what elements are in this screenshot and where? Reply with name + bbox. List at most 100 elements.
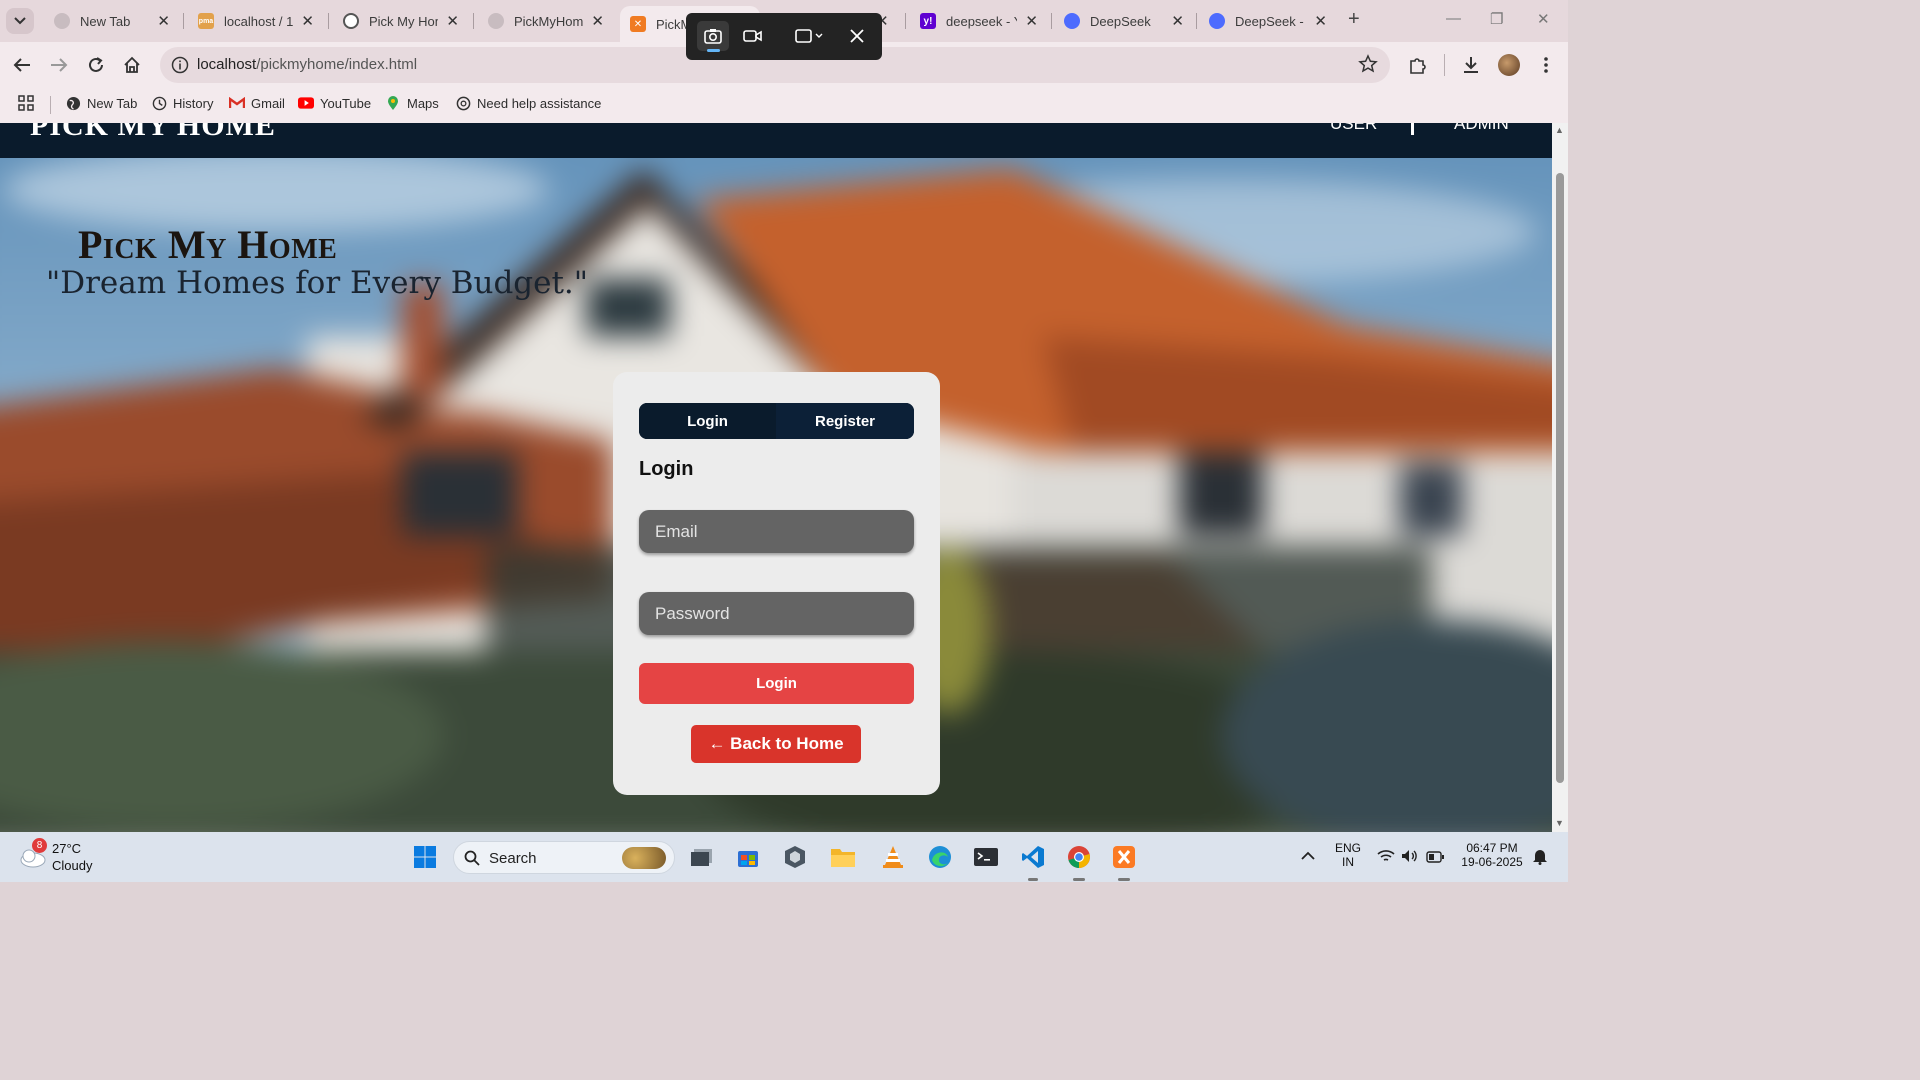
browser-tab[interactable]: pma localhost / 12 ✕ xyxy=(188,6,324,36)
microsoft-store-button[interactable] xyxy=(734,843,762,871)
start-button[interactable] xyxy=(411,843,439,871)
site-brand-logo[interactable]: PICK MY HOME xyxy=(30,123,276,143)
nav-link-user[interactable]: USER xyxy=(1330,123,1377,134)
page-scrollbar[interactable]: ▲ ▼ xyxy=(1552,123,1568,832)
globe-icon xyxy=(488,13,504,29)
site-icon xyxy=(343,13,359,29)
bookmark-youtube[interactable]: YouTube xyxy=(298,95,371,111)
close-tab-icon[interactable]: ✕ xyxy=(1171,12,1184,30)
bookmark-maps[interactable]: Maps xyxy=(385,95,439,111)
restore-icon[interactable]: ❐ xyxy=(1490,10,1503,28)
window-close-icon[interactable]: ✕ xyxy=(1537,10,1550,28)
close-icon xyxy=(850,29,864,43)
close-capture-button[interactable] xyxy=(841,21,873,51)
chevron-down-icon xyxy=(14,17,26,25)
browser-tab[interactable]: DeepSeek - I ✕ xyxy=(1199,6,1337,36)
tray-overflow-chevron-icon[interactable] xyxy=(1301,848,1315,866)
close-tab-icon[interactable]: ✕ xyxy=(157,12,170,30)
minimize-icon[interactable]: — xyxy=(1446,10,1461,27)
close-tab-icon[interactable]: ✕ xyxy=(446,12,459,30)
password-field[interactable] xyxy=(639,592,914,635)
profile-avatar[interactable] xyxy=(1495,52,1523,78)
home-button[interactable] xyxy=(118,52,146,78)
phpmyadmin-icon: pma xyxy=(198,13,214,29)
notification-badge: 8 xyxy=(32,838,47,853)
nav-divider xyxy=(1411,123,1414,135)
nav-link-admin[interactable]: ADMIN xyxy=(1454,123,1509,134)
file-explorer-button[interactable] xyxy=(829,843,857,871)
close-tab-icon[interactable]: ✕ xyxy=(1314,12,1327,30)
tab-login[interactable]: Login xyxy=(639,403,776,439)
browser-menu-button[interactable] xyxy=(1532,52,1560,78)
clock[interactable]: 06:47 PM 19-06-2025 xyxy=(1456,841,1528,869)
xampp-button[interactable] xyxy=(1110,843,1138,871)
language-indicator[interactable]: ENG IN xyxy=(1334,841,1362,869)
close-tab-icon[interactable]: ✕ xyxy=(591,12,604,30)
forward-button[interactable] xyxy=(45,52,73,78)
bookmark-help-assistance[interactable]: Need help assistance xyxy=(455,95,601,111)
capture-shape-dropdown[interactable] xyxy=(789,21,829,51)
tab-title: DeepSeek xyxy=(1090,13,1151,29)
video-mode-button[interactable] xyxy=(737,21,769,51)
screenshot-mode-button[interactable] xyxy=(697,21,729,51)
tab-register[interactable]: Register xyxy=(776,403,914,439)
camera-icon xyxy=(704,29,722,44)
back-to-home-button[interactable]: ← Back to Home xyxy=(691,725,861,763)
reload-button[interactable] xyxy=(82,52,110,78)
task-view-button[interactable] xyxy=(688,843,716,871)
bookmark-new-tab[interactable]: New Tab xyxy=(65,95,137,111)
bookmark-star-icon[interactable] xyxy=(1358,54,1378,79)
download-icon xyxy=(1464,57,1478,73)
tab-search-button[interactable] xyxy=(6,8,34,34)
task-view-icon xyxy=(691,849,712,866)
site-info-icon[interactable] xyxy=(168,53,192,77)
app-button[interactable] xyxy=(781,843,809,871)
weather-desc: Cloudy xyxy=(52,858,93,873)
screen-capture-toolbar xyxy=(686,13,882,60)
hero-tagline: "Dream Homes for Every Budget." xyxy=(46,265,589,301)
downloads-button[interactable] xyxy=(1457,52,1485,78)
site-navbar: PICK MY HOME USER ADMIN xyxy=(0,123,1552,158)
gmail-icon xyxy=(229,95,245,111)
browser-tab[interactable]: Pick My Hom ✕ xyxy=(333,6,469,36)
browser-tab[interactable]: y! deepseek - Y ✕ xyxy=(910,6,1048,36)
edge-icon xyxy=(929,846,951,868)
back-button[interactable] xyxy=(8,52,36,78)
hero-title: Pick My Home xyxy=(78,222,338,267)
vscode-button[interactable] xyxy=(1019,843,1047,871)
scroll-down-icon[interactable]: ▼ xyxy=(1555,818,1564,828)
tab-title: localhost / 12 xyxy=(224,13,294,29)
new-tab-button[interactable]: + xyxy=(1348,8,1360,31)
auth-tab-switcher: Login Register xyxy=(639,403,914,439)
battery-icon[interactable] xyxy=(1426,850,1444,868)
scroll-up-icon[interactable]: ▲ xyxy=(1555,125,1564,135)
browser-tab[interactable]: DeepSeek ✕ xyxy=(1054,6,1194,36)
taskbar-search[interactable]: Search xyxy=(453,841,675,874)
terminal-button[interactable] xyxy=(972,843,1000,871)
close-tab-icon[interactable]: ✕ xyxy=(301,12,314,30)
volume-icon[interactable] xyxy=(1401,849,1419,868)
login-submit-button[interactable]: Login xyxy=(639,663,914,704)
apps-button[interactable] xyxy=(18,95,34,111)
openai-icon xyxy=(455,95,471,111)
email-field[interactable] xyxy=(639,510,914,553)
edge-button[interactable] xyxy=(926,843,954,871)
youtube-icon xyxy=(298,95,314,111)
arrow-left-icon xyxy=(13,58,30,72)
extensions-button[interactable] xyxy=(1404,52,1432,78)
tab-title: New Tab xyxy=(80,13,131,29)
weather-widget[interactable]: 8 xyxy=(18,838,48,872)
rectangle-capture-icon xyxy=(795,29,823,43)
bookmark-history[interactable]: History xyxy=(151,95,213,111)
browser-tab[interactable]: PickMyHome ✕ xyxy=(478,6,614,36)
vlc-cone-icon xyxy=(883,846,903,868)
scrollbar-thumb[interactable] xyxy=(1556,173,1564,783)
vlc-button[interactable] xyxy=(879,843,907,871)
chrome-button[interactable] xyxy=(1065,843,1093,871)
notifications-bell-icon[interactable] xyxy=(1532,847,1548,870)
wifi-icon[interactable] xyxy=(1377,849,1395,868)
bookmark-gmail[interactable]: Gmail xyxy=(229,95,285,111)
close-tab-icon[interactable]: ✕ xyxy=(1025,12,1038,30)
browser-tab[interactable]: New Tab ✕ xyxy=(44,6,180,36)
deepseek-icon xyxy=(1064,13,1080,29)
